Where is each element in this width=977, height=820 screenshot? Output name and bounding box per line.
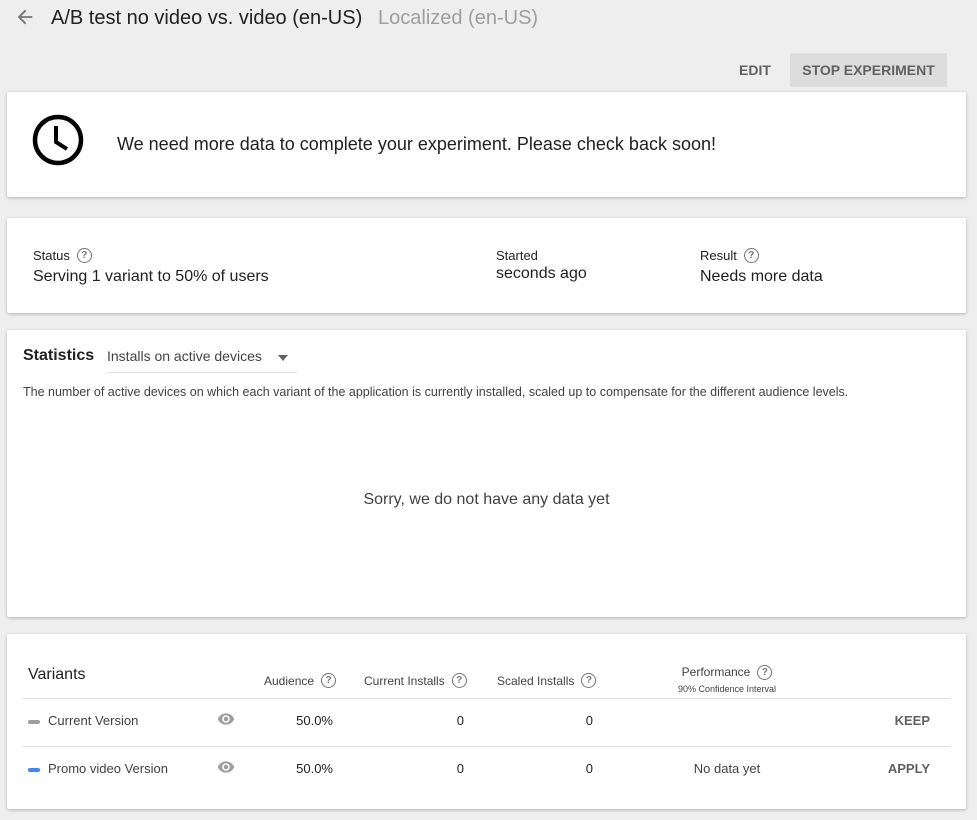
audience-value: 50.0% (296, 761, 333, 776)
apply-button[interactable]: APPLY (888, 761, 930, 776)
statistics-description: The number of active devices on which ea… (23, 385, 849, 399)
current-installs-value: 0 (456, 761, 464, 776)
result-value: Needs more data (700, 268, 823, 285)
column-label: Audience (264, 673, 315, 688)
variant-row: Current Version 50.0% 0 0 KEEP (7, 698, 966, 746)
variant-name: Current Version (48, 713, 139, 728)
statistics-card: Statistics Installs on active devices Th… (7, 330, 966, 617)
status-value: Serving 1 variant to 50% of users (33, 268, 269, 285)
audience-value: 50.0% (296, 713, 333, 728)
page-subtitle: Localized (en-US) (378, 7, 539, 29)
column-header-audience: Audience ? (264, 673, 337, 688)
dropdown-arrow-icon (278, 355, 288, 361)
started-label: Started (496, 248, 538, 263)
performance-value: No data yet (693, 761, 761, 776)
page-title: A/B test no video vs. video (en-US) (51, 7, 363, 29)
column-header-performance: Performance ? 90% Confidence Interval (647, 663, 807, 694)
eye-icon[interactable] (214, 710, 238, 728)
confidence-interval-label: 90% Confidence Interval (677, 684, 777, 694)
page-header: A/B test no video vs. video (en-US) Loca… (0, 0, 977, 40)
help-icon[interactable]: ? (76, 248, 92, 263)
variant-color-swatch (28, 768, 40, 772)
keep-button[interactable]: KEEP (895, 713, 930, 728)
edit-button[interactable]: EDIT (726, 53, 784, 87)
current-installs-value: 0 (456, 713, 464, 728)
status-label: Status (33, 248, 70, 263)
column-header-scaled-installs: Scaled Installs ? (497, 673, 597, 688)
help-icon[interactable]: ? (743, 248, 759, 263)
column-header-current-installs: Current Installs ? (364, 673, 467, 688)
result-label-group: Result ? (700, 248, 759, 263)
eye-icon[interactable] (214, 758, 238, 776)
variant-row: Promo video Version 50.0% 0 0 No data ye… (7, 746, 966, 794)
empty-state-message: Sorry, we do not have any data yet (363, 491, 610, 508)
help-icon[interactable]: ? (581, 673, 597, 688)
status-label-group: Status ? (33, 248, 92, 263)
column-label: Scaled Installs (497, 673, 575, 688)
info-message-card: We need more data to complete your exper… (7, 92, 966, 197)
help-icon[interactable]: ? (757, 664, 773, 680)
variant-name: Promo video Version (48, 761, 168, 776)
statistics-title: Statistics (23, 347, 95, 364)
metric-dropdown[interactable]: Installs on active devices (107, 342, 297, 373)
metric-dropdown-value: Installs on active devices (107, 348, 262, 364)
started-label-group: Started (496, 248, 538, 263)
result-label: Result (700, 248, 737, 263)
clock-icon (32, 114, 84, 166)
scaled-installs-value: 0 (585, 761, 593, 776)
help-icon[interactable]: ? (451, 673, 467, 688)
scaled-installs-value: 0 (585, 713, 593, 728)
started-value: seconds ago (496, 265, 587, 282)
column-label: Current Installs (364, 673, 445, 688)
variants-card: Variants Audience ? Current Installs ? S… (7, 634, 966, 809)
info-message-text: We need more data to complete your exper… (117, 134, 716, 154)
variant-color-swatch (28, 720, 40, 724)
experiment-status-card: Status ? Serving 1 variant to 50% of use… (7, 218, 966, 313)
column-label: Performance (681, 665, 751, 679)
help-icon[interactable]: ? (321, 673, 337, 688)
variants-title: Variants (28, 666, 86, 683)
stop-experiment-button[interactable]: STOP EXPERIMENT (790, 53, 947, 87)
arrow-left-icon[interactable] (14, 6, 36, 28)
